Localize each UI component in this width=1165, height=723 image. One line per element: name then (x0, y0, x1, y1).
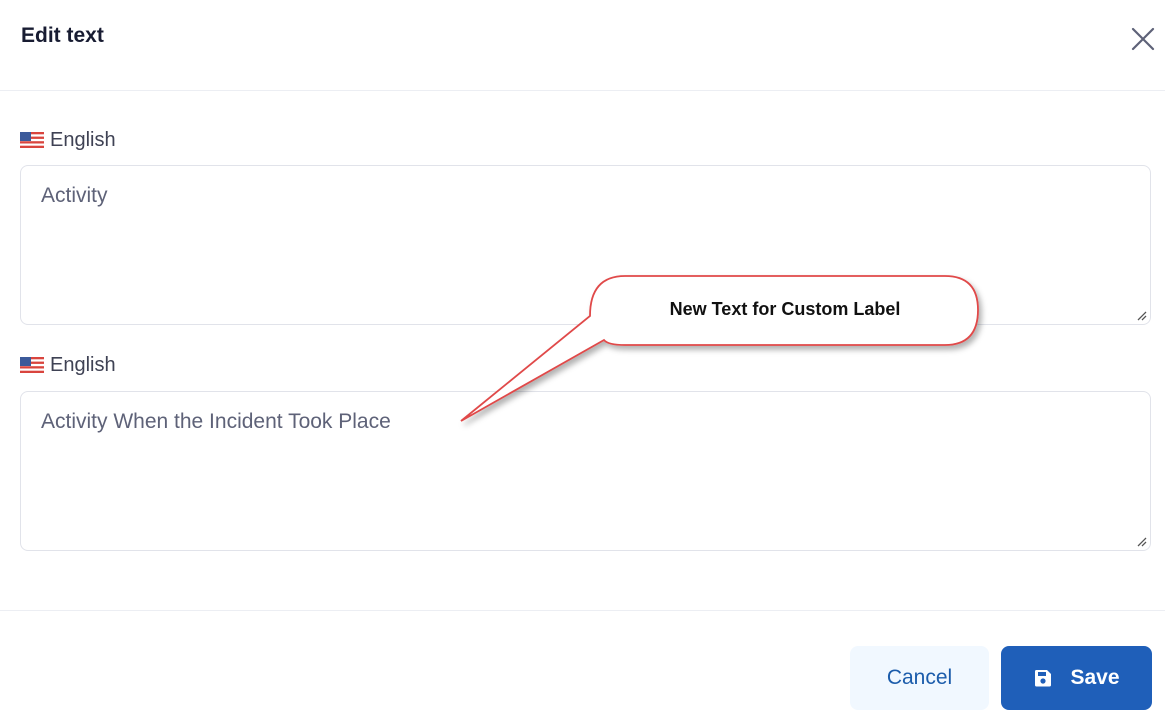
us-flag-icon (20, 357, 44, 373)
save-button[interactable]: Save (1001, 646, 1152, 710)
resize-handle-icon[interactable] (1135, 535, 1147, 547)
resize-handle-icon[interactable] (1135, 309, 1147, 321)
original-text-value: Activity (41, 184, 108, 207)
cancel-button[interactable]: Cancel (850, 646, 989, 710)
language-name: English (50, 128, 116, 151)
language-label: English (20, 129, 116, 151)
original-text-field[interactable]: Activity (20, 165, 1151, 325)
dialog-header: Edit text (0, 0, 1165, 91)
floppy-disk-icon (1035, 670, 1052, 687)
footer-divider (0, 610, 1165, 611)
annotation-callout (460, 275, 979, 422)
save-label: Save (1070, 666, 1120, 689)
language-label: English (20, 354, 116, 376)
language-name: English (50, 353, 116, 376)
custom-text-value: Activity When the Incident Took Place (41, 410, 391, 433)
custom-text-field[interactable]: Activity When the Incident Took Place (20, 391, 1151, 551)
dialog-title: Edit text (21, 24, 104, 47)
close-button[interactable] (1128, 24, 1158, 54)
close-icon (1131, 27, 1155, 51)
annotation-text: New Text for Custom Label (669, 298, 901, 319)
us-flag-icon (20, 132, 44, 148)
